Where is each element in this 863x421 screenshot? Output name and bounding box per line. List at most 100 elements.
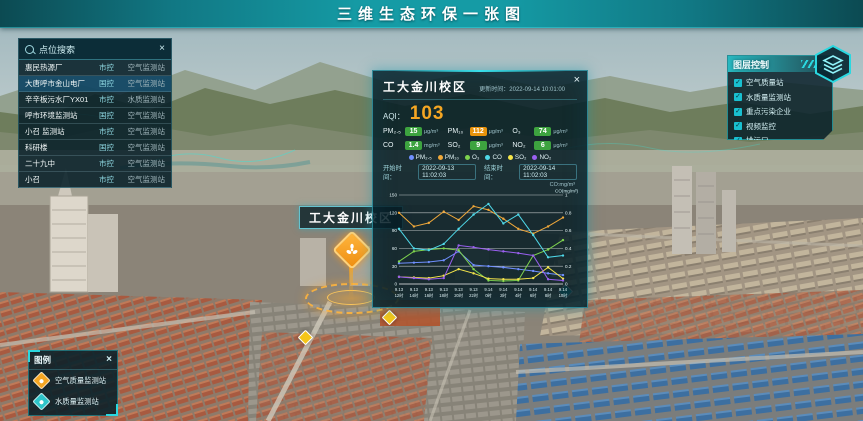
search-panel-header: 点位搜索 × <box>19 39 171 60</box>
search-result-row[interactable]: 大唐呼市金山电厂国控空气监测站 <box>19 76 171 92</box>
result-type: 空气监测站 <box>121 62 165 73</box>
result-name: 辛辛板污水厂YX01 <box>25 94 99 105</box>
search-result-row[interactable]: 惠民热源厂市控空气监测站 <box>19 60 171 76</box>
app-window: 工大金川校区 三维生态环保一张图 点位搜索 × 惠民热源厂市控空气监测站大唐呼市… <box>0 0 863 421</box>
result-level-badge: 市控 <box>99 174 121 185</box>
close-icon[interactable]: × <box>159 44 165 54</box>
pollutant-value: 15 <box>405 127 422 136</box>
legend-item: 水质量监测站 <box>35 395 111 408</box>
pollutant-value: 9 <box>470 141 487 150</box>
layer-toggle[interactable]: ✓水质量监测站 <box>734 92 826 103</box>
search-result-row[interactable]: 呼市环境监测站国控空气监测站 <box>19 108 171 124</box>
svg-text:0: 0 <box>565 282 568 287</box>
pollutant-unit: μg/m³ <box>424 129 438 135</box>
result-name: 科研楼 <box>25 142 99 153</box>
layer-toggle[interactable]: ✓ 重点污染企业 <box>734 106 826 117</box>
pollutant-grid: PM₂.₅15μg/m³PM₁₀112μg/m³O₃74μg/m³CO1.4mg… <box>383 127 577 150</box>
layers-hexagon-icon[interactable] <box>812 44 854 84</box>
result-type: 空气监测站 <box>121 110 165 121</box>
result-level-badge: 国控 <box>99 142 121 153</box>
search-result-row[interactable]: 二十九中市控空气监测站 <box>19 156 171 172</box>
legend-dot-icon <box>532 155 537 160</box>
start-time-label: 开始时间： <box>383 163 410 181</box>
checkbox-checked-icon[interactable]: ✓ <box>734 108 742 116</box>
station-marker-beam <box>349 266 353 298</box>
pollutant-value: 112 <box>470 127 487 136</box>
svg-text:9.13: 9.13 <box>440 287 449 292</box>
pollutant-unit: mg/m³ <box>424 143 440 149</box>
result-level-badge: 市控 <box>99 94 121 105</box>
checkbox-checked-icon[interactable]: ✓ <box>734 79 742 87</box>
legend-dot-icon <box>438 155 443 160</box>
search-result-row[interactable]: 辛辛板污水厂YX01市控水质监测站 <box>19 92 171 108</box>
result-name: 大唐呼市金山电厂 <box>25 78 99 89</box>
end-time-input[interactable]: 2022-09-14 11:02:03 <box>519 164 577 180</box>
pollutant-value: 6 <box>534 141 551 150</box>
popup-header: 工大金川校区 更新时间：2022-09-14 10:01:00 <box>383 78 577 100</box>
svg-text:150: 150 <box>389 193 397 198</box>
aqi-label: AQI： <box>383 111 405 122</box>
chart-legend-item[interactable]: CO <box>485 154 501 161</box>
close-icon[interactable]: × <box>574 74 580 86</box>
chart-legend-item[interactable]: O₃ <box>465 154 479 161</box>
result-level-badge: 市控 <box>99 62 121 73</box>
svg-text:12时: 12时 <box>395 292 405 298</box>
svg-text:0时: 0时 <box>485 292 492 298</box>
close-icon[interactable]: × <box>106 355 112 365</box>
result-level-badge: 市控 <box>99 126 121 137</box>
svg-text:9.14: 9.14 <box>514 287 523 292</box>
title-bar: 三维生态环保一张图 <box>0 0 863 28</box>
legend-item-label: 水质量监测站 <box>55 397 99 407</box>
legend-item: 空气质量监测站 <box>35 374 111 387</box>
point-search-panel: 点位搜索 × 惠民热源厂市控空气监测站大唐呼市金山电厂国控空气监测站辛辛板污水厂… <box>18 38 172 188</box>
pollutant-unit: μg/m³ <box>489 129 503 135</box>
layer-panel-title: 图层控制 <box>733 58 769 71</box>
time-range-row: 开始时间： 2022-09-13 11:02:03 结束时间： 2022-09-… <box>383 163 577 181</box>
chart-legend-item[interactable]: PM₁₀ <box>438 154 459 161</box>
svg-text:CO(mg/m³): CO(mg/m³) <box>555 189 578 194</box>
chart-legend-item[interactable]: PM₂.₅ <box>409 154 432 161</box>
chart-legend-item[interactable]: SO₂ <box>508 154 527 161</box>
layer-label: 重点污染企业 <box>746 106 791 117</box>
result-level-badge: 市控 <box>99 158 121 169</box>
pollutant-label: SO₂ <box>448 142 470 149</box>
pollutant-label: PM₁₀ <box>448 128 470 135</box>
search-result-row[interactable]: 小召 监测站市控空气监测站 <box>19 124 171 140</box>
pollutant-unit: μg/m³ <box>553 143 567 149</box>
result-type: 水质监测站 <box>121 94 165 105</box>
svg-text:90: 90 <box>392 228 398 233</box>
search-result-row[interactable]: 小召市控空气监测站 <box>19 172 171 188</box>
result-name: 小召 <box>25 174 99 185</box>
air-station-icon <box>32 371 50 389</box>
legend-panel-header: 图例 × <box>29 351 117 370</box>
update-time: 更新时间：2022-09-14 10:01:00 <box>479 84 565 93</box>
svg-text:9.13: 9.13 <box>469 287 478 292</box>
chart-legend-item[interactable]: NO₂ <box>532 154 551 161</box>
svg-text:16时: 16时 <box>424 292 434 298</box>
update-time-value: 2022-09-14 10:01:00 <box>509 87 565 93</box>
legend-series-name: NO₂ <box>539 154 551 161</box>
result-level-badge: 国控 <box>99 110 121 121</box>
pollutant-unit: μg/m³ <box>553 129 567 135</box>
checkbox-checked-icon[interactable]: ✓ <box>734 93 742 101</box>
svg-text:6时: 6时 <box>530 292 537 298</box>
station-detail-popup: × 工大金川校区 更新时间：2022-09-14 10:01:00 AQI： 1… <box>372 70 588 308</box>
svg-text:30: 30 <box>392 264 398 269</box>
layer-toggle[interactable]: ✓视频监控 <box>734 121 826 132</box>
svg-text:9.13: 9.13 <box>425 287 434 292</box>
pollutant-reading: PM₁₀112μg/m³ <box>448 127 513 136</box>
pollutant-label: NO₂ <box>512 142 534 149</box>
start-time-input[interactable]: 2022-09-13 11:02:03 <box>418 164 476 180</box>
update-time-label: 更新时间： <box>479 87 509 93</box>
svg-text:9.14: 9.14 <box>559 287 568 292</box>
svg-text:0: 0 <box>394 282 397 287</box>
pollutant-reading: CO1.4mg/m³ <box>383 141 448 150</box>
result-name: 惠民热源厂 <box>25 62 99 73</box>
checkbox-checked-icon[interactable]: ✓ <box>734 122 742 130</box>
svg-text:9.13: 9.13 <box>410 287 419 292</box>
chart-legend: PM₂.₅ PM₁₀ O₃ CO SO₂ NO₂ <box>383 154 577 161</box>
search-result-row[interactable]: 科研楼国控空气监测站 <box>19 140 171 156</box>
svg-text:0.8: 0.8 <box>565 210 572 215</box>
pollutant-reading: PM₂.₅15μg/m³ <box>383 127 448 136</box>
svg-text:8时: 8时 <box>545 292 552 298</box>
